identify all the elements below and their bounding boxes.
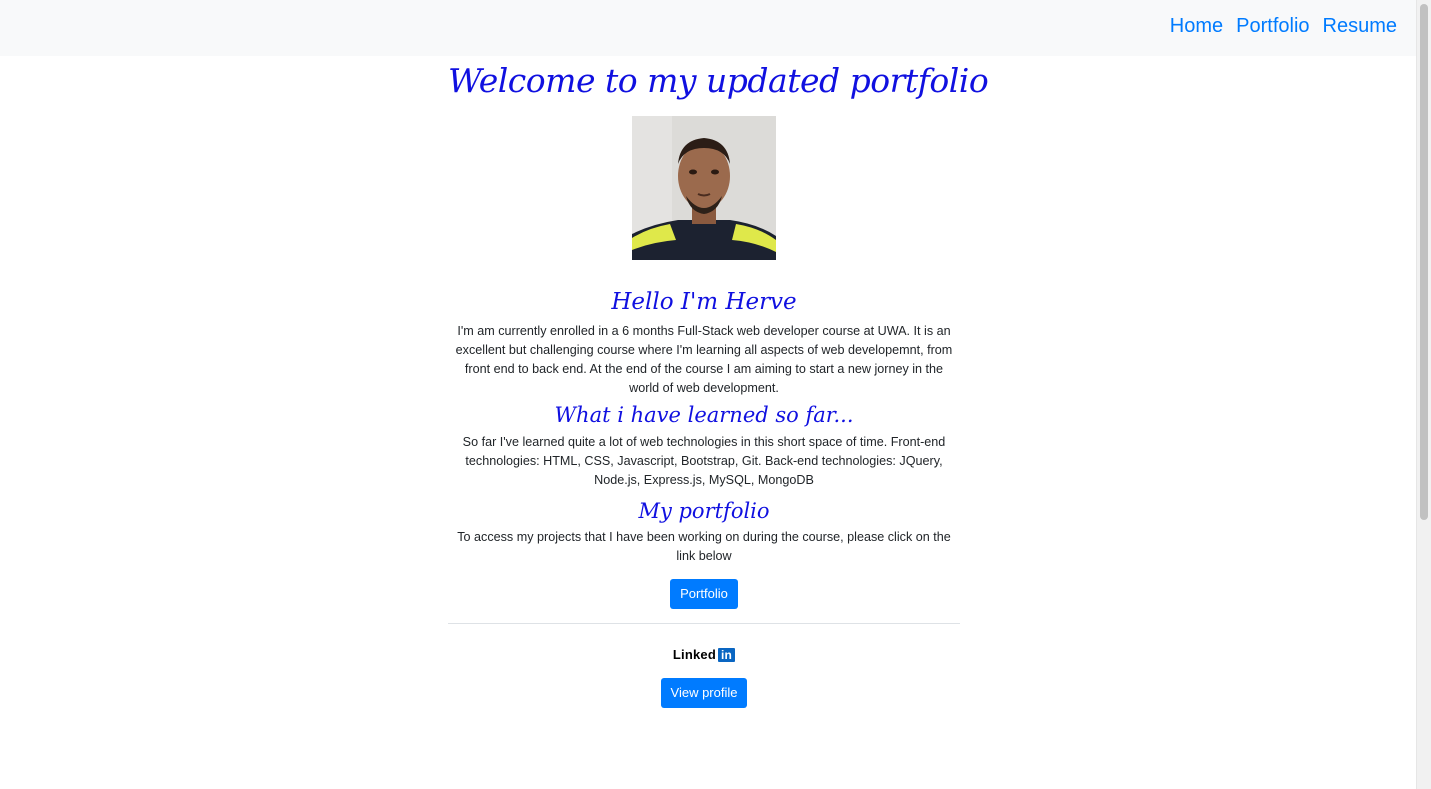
hello-heading: Hello I'm Herve bbox=[611, 289, 797, 315]
linkedin-logo-text: Linked bbox=[672, 647, 717, 662]
nav-link-resume[interactable]: Resume bbox=[1323, 15, 1397, 38]
navbar: Home Portfolio Resume bbox=[0, 0, 1416, 56]
view-profile-button[interactable]: View profile bbox=[660, 678, 748, 708]
page-title: Welcome to my updated portfolio bbox=[448, 61, 989, 100]
page: Home Portfolio Resume Welcome to my upda… bbox=[0, 0, 1431, 789]
linkedin-logo-row: Linked in bbox=[448, 646, 960, 664]
profile-photo-image bbox=[632, 116, 776, 260]
portfolio-button-row: Portfolio bbox=[448, 579, 960, 609]
linkedin-in-icon: in bbox=[718, 647, 736, 662]
learned-text: So far I've learned quite a lot of web t… bbox=[462, 435, 946, 487]
nav-link-portfolio[interactable]: Portfolio bbox=[1236, 15, 1309, 38]
portfolio-text: To access my projects that I have been w… bbox=[457, 530, 951, 563]
intro-text: I'm am currently enrolled in a 6 months … bbox=[455, 324, 953, 395]
scrollbar-thumb[interactable] bbox=[1420, 4, 1428, 520]
linkedin-logo[interactable]: Linked in bbox=[672, 647, 736, 662]
nav-link-home[interactable]: Home bbox=[1170, 15, 1223, 38]
view-profile-row: View profile bbox=[448, 678, 960, 708]
nav-links: Home Portfolio Resume bbox=[1170, 15, 1397, 38]
portfolio-heading: My portfolio bbox=[638, 499, 770, 523]
portfolio-button[interactable]: Portfolio bbox=[670, 579, 738, 609]
main-content: Welcome to my updated portfolio Hello I'… bbox=[448, 56, 989, 708]
divider bbox=[448, 623, 960, 624]
profile-photo bbox=[632, 116, 776, 260]
learned-heading: What i have learned so far... bbox=[554, 403, 854, 427]
scrollbar[interactable] bbox=[1416, 0, 1431, 789]
